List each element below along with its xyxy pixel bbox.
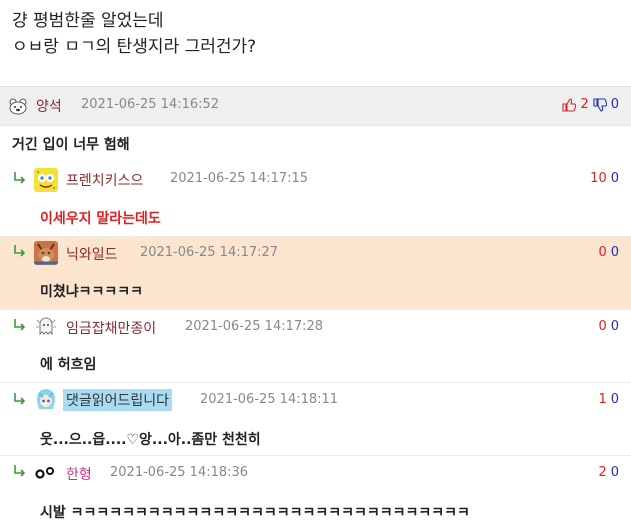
reply-arrow-icon	[14, 172, 26, 184]
reply-text: 미쳤냐ㅋㅋㅋㅋㅋ	[40, 284, 144, 300]
reply-author[interactable]: 한형	[66, 464, 92, 484]
comment-header-parent: 양석 2021-06-25 14:16:52 2 0	[0, 86, 631, 126]
reply-item-highlighted: 닉와일드 2021-06-25 14:17:27 0 0 미쳤냐ㅋㅋㅋㅋㅋ	[0, 237, 631, 310]
reply-author[interactable]: 닉와일드	[66, 244, 118, 264]
vote-counts: 2 0	[598, 465, 619, 480]
comment-date: 2021-06-25 14:16:52	[81, 97, 220, 112]
reply-author[interactable]: 댓글읽어드립니다	[63, 389, 173, 411]
post-line-2: ㅇㅂ랑 ㅁㄱ의 탄생지라 그러건가?	[12, 37, 257, 57]
reply-arrow-icon	[14, 319, 26, 331]
vote-counts: 2 0	[562, 97, 619, 112]
reply-arrow-icon	[14, 465, 26, 477]
upvote-count[interactable]: 10	[590, 171, 607, 186]
reply-item: 프렌치키스으 2021-06-25 14:17:15 10 0 이세우지 말라는…	[0, 160, 631, 237]
post-content: 걍 평범한줄 알었는데 ㅇㅂ랑 ㅁㄱ의 탄생지라 그러건가?	[12, 8, 256, 60]
reply-date: 2021-06-25 14:18:36	[110, 465, 249, 480]
reply-date: 2021-06-25 14:17:28	[185, 319, 324, 334]
reply-text: 에 허흐임	[40, 357, 97, 373]
downvote-count: 0	[610, 97, 619, 112]
reply-arrow-icon	[14, 245, 26, 257]
reply-text: 시발 ㅋㅋㅋㅋㅋㅋㅋㅋㅋㅋㅋㅋㅋㅋㅋㅋㅋㅋㅋㅋㅋㅋㅋㅋㅋㅋㅋㅋㅋㅋㅋ	[40, 505, 470, 521]
downvote-count[interactable]: 0	[611, 392, 619, 407]
bear-avatar-icon[interactable]	[8, 96, 28, 116]
reply-text: 웃...으..읍....♡앙...아..좀만 천천히	[40, 432, 261, 448]
upvote-count[interactable]: 0	[598, 319, 606, 334]
vote-counts: 0 0	[598, 319, 619, 334]
reply-author[interactable]: 임금잡채만종이	[66, 318, 156, 338]
reply-arrow-icon	[14, 393, 26, 405]
thumbs-down-icon[interactable]	[593, 97, 607, 112]
upvote-count[interactable]: 0	[598, 245, 606, 260]
reply-item: 한형 2021-06-25 14:18:36 2 0 시발 ㅋㅋㅋㅋㅋㅋㅋㅋㅋㅋ…	[0, 456, 631, 527]
reply-item: 댓글읽어드립니다 2021-06-25 14:18:11 1 0 웃...으..…	[0, 383, 631, 456]
comment-text: 거긴 입이 너무 험해	[12, 137, 130, 153]
downvote-count[interactable]: 0	[611, 319, 619, 334]
ghost-avatar-icon[interactable]	[34, 314, 58, 338]
upvote-count[interactable]: 1	[598, 392, 606, 407]
sponge-avatar-icon[interactable]	[34, 168, 58, 192]
vote-counts: 10 0	[590, 171, 619, 186]
reply-item: 임금잡채만종이 2021-06-25 14:17:28 0 0 에 허흐임	[0, 310, 631, 383]
reply-date: 2021-06-25 14:18:11	[200, 392, 339, 407]
thumbs-up-icon[interactable]	[562, 97, 577, 112]
reply-date: 2021-06-25 14:17:15	[170, 171, 309, 186]
anime-avatar-icon[interactable]	[34, 387, 58, 411]
upvote-count[interactable]: 2	[598, 465, 606, 480]
vote-counts: 1 0	[598, 392, 619, 407]
dots-avatar-icon[interactable]	[34, 462, 58, 482]
downvote-count[interactable]: 0	[611, 245, 619, 260]
upvote-count: 2	[580, 97, 589, 112]
comment-author[interactable]: 양석	[36, 96, 62, 116]
reply-text: 이세우지 말라는데도	[40, 211, 161, 227]
downvote-count[interactable]: 0	[611, 171, 619, 186]
downvote-count[interactable]: 0	[611, 465, 619, 480]
reply-author[interactable]: 프렌치키스으	[66, 170, 143, 190]
reply-date: 2021-06-25 14:17:27	[140, 245, 279, 260]
vote-counts: 0 0	[598, 245, 619, 260]
post-line-1: 걍 평범한줄 알었는데	[12, 11, 164, 31]
fox-avatar-icon[interactable]	[34, 241, 58, 265]
